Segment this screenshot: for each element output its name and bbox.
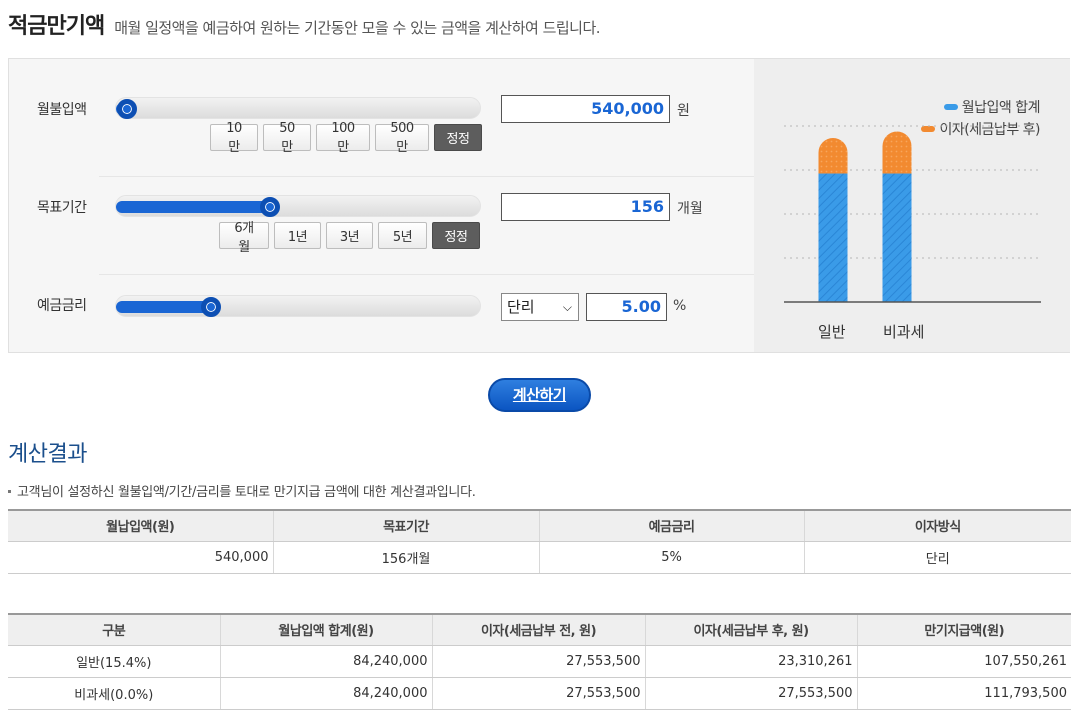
table-cell: 107,550,261: [856, 645, 1071, 678]
maturity-chart: [784, 125, 1041, 303]
calculator-panel: 월불입액 10만 50만 100만 500만 정정 540,000 원 목표기간: [8, 58, 1070, 353]
rate-slider-fill: [116, 301, 212, 313]
page-title: 적금만기액: [8, 14, 105, 39]
chart-panel: 월납입액 합계 이자(세금납부 후) 일반 비과세: [754, 59, 1070, 352]
period-input[interactable]: 156: [501, 193, 670, 221]
table-cell: 27,553,500: [644, 677, 857, 710]
table-row: 540,000 156개월 5% 단리: [8, 541, 1071, 574]
period-slider-fill: [116, 201, 270, 213]
column-header: 목표기간: [272, 509, 539, 542]
monthly-reset-button[interactable]: 정정: [434, 124, 482, 151]
table-cell: 27,553,500: [431, 645, 645, 678]
calculate-button[interactable]: 계산하기: [488, 378, 591, 412]
table-row: 일반(15.4%) 84,240,000 27,553,500 23,310,2…: [8, 645, 1071, 678]
column-header: 이자(세금납부 전, 원): [431, 613, 645, 646]
rate-label: 예금금리: [37, 298, 87, 314]
bar-segment-principal: [818, 173, 848, 302]
period-1y-button[interactable]: 1년: [274, 222, 321, 249]
period-unit: 개월: [677, 201, 703, 217]
period-row: 목표기간 6개월 1년 3년 5년 정정 156 개월: [9, 177, 754, 275]
period-3y-button[interactable]: 3년: [326, 222, 373, 249]
table-header-row: 월납입액(원) 목표기간 예금금리 이자방식: [8, 509, 1071, 542]
result-description: 고객님이 설정하신 월불입액/기간/금리를 토대로 만기지급 금액에 대한 계산…: [8, 481, 476, 500]
rate-input[interactable]: 5.00: [586, 293, 667, 321]
x-tick-label: 비과세: [883, 323, 925, 341]
table-header-row: 구분 월납입액 합계(원) 이자(세금납부 전, 원) 이자(세금납부 후, 원…: [8, 613, 1071, 646]
period-reset-button[interactable]: 정정: [432, 222, 480, 249]
page-header: 적금만기액 매월 일정액을 예금하여 원하는 기간동안 모을 수 있는 금액을 …: [8, 8, 601, 39]
add-5m-button[interactable]: 500만: [375, 121, 429, 155]
interest-type-select[interactable]: 단리 ⌵: [501, 293, 579, 321]
table-cell: 일반(15.4%): [8, 645, 220, 678]
table-row: 비과세(0.0%) 84,240,000 27,553,500 27,553,5…: [8, 677, 1071, 710]
table-cell: 111,793,500: [856, 677, 1071, 710]
period-6m-button[interactable]: 6개월: [219, 221, 269, 255]
monthly-unit: 원: [677, 103, 690, 119]
table-cell: 23,310,261: [644, 645, 857, 678]
table-cell: 단리: [803, 541, 1071, 574]
chevron-down-icon: ⌵: [562, 300, 572, 314]
rate-row: 예금금리 단리 ⌵ 5.00 %: [9, 275, 754, 352]
monthly-amount-input[interactable]: 540,000: [501, 95, 670, 123]
summary-table: 월납입액(원) 목표기간 예금금리 이자방식 540,000 156개월 5% …: [8, 509, 1071, 574]
bar-segment-interest: [818, 137, 848, 174]
add-100k-button[interactable]: 10만: [210, 121, 258, 155]
column-header: 이자(세금납부 후, 원): [644, 613, 857, 646]
monthly-slider-handle[interactable]: [116, 99, 137, 119]
x-tick-label: 일반: [818, 323, 846, 341]
table-cell: 비과세(0.0%): [8, 677, 220, 710]
column-header: 구분: [8, 613, 220, 646]
input-area: 월불입액 10만 50만 100만 500만 정정 540,000 원 목표기간: [9, 59, 754, 352]
bullet-icon: [8, 490, 11, 493]
period-slider[interactable]: [115, 195, 481, 217]
table-cell: 27,553,500: [431, 677, 645, 710]
rate-slider[interactable]: [115, 295, 481, 317]
page-subtitle: 매월 일정액을 예금하여 원하는 기간동안 모을 수 있는 금액을 계산하여 드…: [114, 19, 601, 37]
monthly-slider[interactable]: [115, 97, 481, 119]
table-cell: 540,000: [8, 541, 273, 574]
column-header: 월납입액 합계(원): [219, 613, 432, 646]
table-cell: 156개월: [272, 541, 539, 574]
monthly-quick-buttons: 10만 50만 100만 500만 정정: [210, 121, 482, 155]
column-header: 월납입액(원): [8, 509, 273, 542]
column-header: 만기지급액(원): [856, 613, 1071, 646]
rate-unit: %: [673, 298, 687, 314]
result-title: 계산결과: [8, 442, 87, 467]
period-slider-handle[interactable]: [259, 197, 280, 217]
result-description-text: 고객님이 설정하신 월불입액/기간/금리를 토대로 만기지급 금액에 대한 계산…: [17, 485, 476, 500]
rate-slider-handle[interactable]: [201, 297, 222, 317]
column-header: 예금금리: [538, 509, 804, 542]
add-500k-button[interactable]: 50만: [263, 121, 311, 155]
add-1m-button[interactable]: 100만: [316, 121, 370, 155]
monthly-row: 월불입액 10만 50만 100만 500만 정정 540,000 원: [9, 59, 754, 177]
period-label: 목표기간: [37, 200, 87, 216]
bar-segment-interest: [882, 131, 912, 174]
period-5y-button[interactable]: 5년: [378, 222, 427, 249]
bar-segment-principal: [882, 173, 912, 302]
interest-type-value: 단리: [507, 298, 535, 316]
table-cell: 84,240,000: [219, 645, 432, 678]
monthly-label: 월불입액: [37, 102, 87, 118]
detail-table: 구분 월납입액 합계(원) 이자(세금납부 전, 원) 이자(세금납부 후, 원…: [8, 613, 1071, 710]
column-header: 이자방식: [803, 509, 1071, 542]
table-cell: 84,240,000: [219, 677, 432, 710]
table-cell: 5%: [538, 541, 804, 574]
period-quick-buttons: 6개월 1년 3년 5년 정정: [219, 221, 480, 255]
